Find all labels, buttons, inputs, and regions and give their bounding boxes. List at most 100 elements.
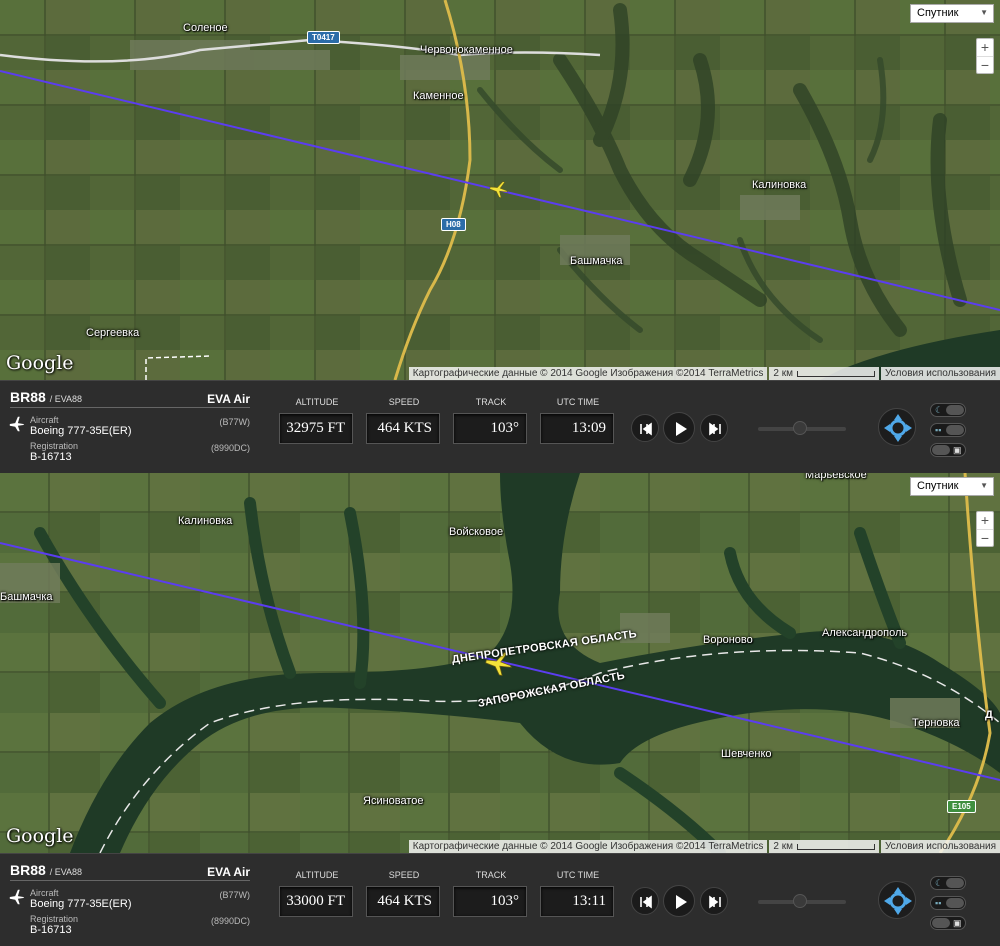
altitude-label: ALTITUDE xyxy=(295,870,339,880)
google-logo: Google xyxy=(6,352,74,374)
aircraft-marker-icon[interactable] xyxy=(489,180,509,203)
fast-forward-icon xyxy=(709,422,721,436)
track-label: TRACK xyxy=(475,870,507,880)
registration-label: Registration xyxy=(30,914,79,924)
speed-label: SPEED xyxy=(388,397,420,407)
registration-code: (8990DC) xyxy=(210,916,250,926)
satellite-map[interactable]: Соленое Червонокаменное Каменное Калинов… xyxy=(0,0,1000,380)
place-label: Калиновка xyxy=(178,515,233,527)
photo-toggle[interactable]: ▣ xyxy=(930,916,966,930)
satellite-map[interactable]: Марьевское Калиновка Войсковое Башмачка … xyxy=(0,473,1000,853)
photo-toggle[interactable]: ▣ xyxy=(930,443,966,457)
fast-forward-icon xyxy=(709,895,721,909)
place-label: Башмачка xyxy=(0,591,53,603)
altitude-value: 33000 FT xyxy=(279,886,353,917)
place-label: Соленое xyxy=(183,22,228,34)
playback-slider-handle[interactable] xyxy=(793,894,807,908)
map-type-select[interactable]: Спутник ▼ xyxy=(910,4,994,23)
place-label: Марьевское xyxy=(805,473,867,481)
follow-aircraft-button[interactable] xyxy=(878,408,916,446)
map-scale: 2 км xyxy=(769,367,879,380)
aircraft-code: (B77W) xyxy=(219,417,250,427)
night-mode-toggle[interactable]: ☾ xyxy=(930,403,966,417)
map-type-select[interactable]: Спутник ▼ xyxy=(910,477,994,496)
airline-name: EVA Air xyxy=(207,392,250,406)
rewind-icon xyxy=(640,422,652,436)
registration-value: B-16713 xyxy=(30,924,72,936)
play-icon xyxy=(676,895,687,909)
map-attribution: Картографические данные © 2014 Google Из… xyxy=(407,367,1000,380)
track-label: TRACK xyxy=(475,397,507,407)
moon-icon: ☾ xyxy=(935,405,944,415)
airplane-icon xyxy=(9,889,25,905)
zoom-control: + − xyxy=(976,38,994,74)
aircraft-label: Aircraft xyxy=(30,888,59,898)
airplane-icon xyxy=(9,416,25,432)
map-type-label: Спутник xyxy=(917,480,959,492)
attribution-text[interactable]: Картографические данные © 2014 Google Из… xyxy=(408,367,768,380)
place-label: Терновка xyxy=(912,717,960,729)
crosshair-icon xyxy=(884,887,912,915)
rewind-button[interactable] xyxy=(631,414,659,442)
play-icon xyxy=(676,422,687,436)
airline-name: EVA Air xyxy=(207,865,250,879)
zoom-out-button[interactable]: − xyxy=(977,529,993,546)
moon-icon: ☾ xyxy=(935,878,944,888)
attribution-text[interactable]: Картографические данные © 2014 Google Из… xyxy=(408,840,768,853)
place-label: Войсковое xyxy=(449,526,504,538)
labels-toggle[interactable]: ▪▪ xyxy=(930,423,966,437)
follow-aircraft-button[interactable] xyxy=(878,881,916,919)
terms-link[interactable]: Условия использования xyxy=(881,367,1000,380)
place-label: Шевченко xyxy=(721,748,772,760)
registration-label: Registration xyxy=(30,441,79,451)
flight-info-bar: BR88 / EVA88 EVA Air Aircraft Boeing 777… xyxy=(0,853,1000,946)
utc-time-value: 13:11 xyxy=(540,886,614,917)
place-label: Каменное xyxy=(413,90,464,102)
utc-time-label: UTC TIME xyxy=(556,870,600,880)
altitude-label: ALTITUDE xyxy=(295,397,339,407)
terms-link[interactable]: Условия использования xyxy=(881,840,1000,853)
zoom-out-button[interactable]: − xyxy=(977,56,993,73)
night-mode-toggle[interactable]: ☾ xyxy=(930,876,966,890)
aircraft-label: Aircraft xyxy=(30,415,59,425)
rewind-icon xyxy=(640,895,652,909)
play-button[interactable] xyxy=(663,885,695,917)
place-label: Ясиноватое xyxy=(363,795,424,807)
road-shield: T0417 xyxy=(307,31,340,44)
utc-time-label: UTC TIME xyxy=(556,397,600,407)
zoom-in-button[interactable]: + xyxy=(977,39,993,56)
road-shield: E105 xyxy=(947,800,976,813)
rewind-button[interactable] xyxy=(631,887,659,915)
speed-value: 464 KTS xyxy=(366,886,440,917)
place-label: Александрополь xyxy=(822,627,908,639)
fast-forward-button[interactable] xyxy=(700,414,728,442)
image-icon: ▣ xyxy=(953,445,962,455)
labels-toggle[interactable]: ▪▪ xyxy=(930,896,966,910)
playback-slider-handle[interactable] xyxy=(793,421,807,435)
place-label: Калиновка xyxy=(752,179,807,191)
fast-forward-button[interactable] xyxy=(700,887,728,915)
map-scale: 2 км xyxy=(769,840,879,853)
place-label: Башмачка xyxy=(570,255,623,267)
zoom-control: + − xyxy=(976,511,994,547)
flight-callsign: BR88 / EVA88 xyxy=(10,389,83,405)
map-type-label: Спутник xyxy=(917,7,959,19)
aircraft-model: Boeing 777-35E(ER) xyxy=(30,425,132,437)
chevron-down-icon: ▼ xyxy=(980,8,988,17)
aircraft-model: Boeing 777-35E(ER) xyxy=(30,898,132,910)
labels-icon: ▪▪ xyxy=(935,898,942,908)
altitude-value: 32975 FT xyxy=(279,413,353,444)
track-value: 103° xyxy=(453,413,527,444)
play-button[interactable] xyxy=(663,412,695,444)
flight-callsign: BR88 / EVA88 xyxy=(10,862,83,878)
crosshair-icon xyxy=(884,414,912,442)
zoom-in-button[interactable]: + xyxy=(977,512,993,529)
speed-label: SPEED xyxy=(388,870,420,880)
registration-value: B-16713 xyxy=(30,451,72,463)
divider xyxy=(10,880,250,881)
road-shield: H08 xyxy=(441,218,466,231)
place-label: Сергеевка xyxy=(86,327,140,339)
image-icon: ▣ xyxy=(953,918,962,928)
chevron-down-icon: ▼ xyxy=(980,481,988,490)
road-label: Д xyxy=(985,709,993,721)
